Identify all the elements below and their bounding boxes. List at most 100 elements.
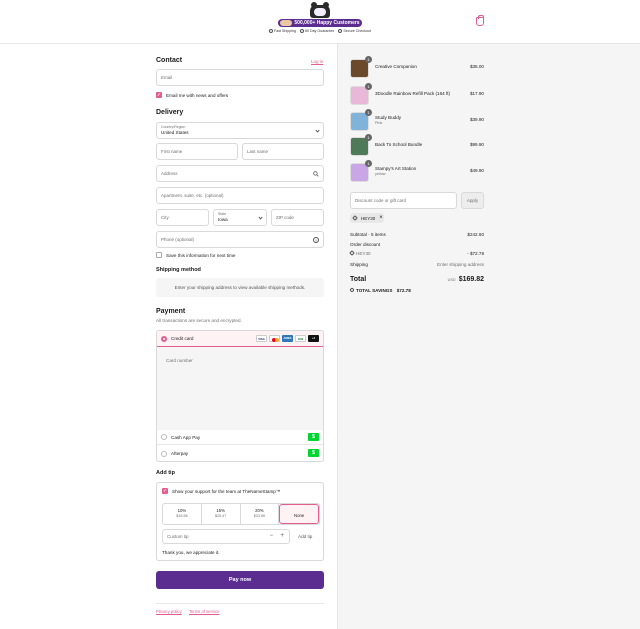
shipping-row: Shipping Enter shipping address <box>350 262 484 267</box>
product-price: $39.90 <box>469 117 484 122</box>
product-price: $99.90 <box>469 142 484 147</box>
credit-card-radio[interactable] <box>161 335 167 342</box>
email-field[interactable]: Email <box>156 69 324 86</box>
amex-icon: AMEX <box>282 335 293 342</box>
terms-of-service-link[interactable]: Terms of service <box>189 609 219 614</box>
quantity-badge: 1 <box>365 109 372 116</box>
pay-now-button[interactable]: Pay now <box>156 571 324 589</box>
trust-badges: Fast Shipping 60 Day Guarantee Secure Ch… <box>269 29 371 33</box>
happy-customers-badge: 500,000+ Happy Customers <box>278 19 362 27</box>
order-discount-row: Order discount <box>350 242 381 247</box>
shipping-method-message: Enter your shipping address to view avai… <box>156 278 324 297</box>
tip-option-none[interactable]: None <box>279 504 319 524</box>
help-icon[interactable]: ? <box>313 237 319 243</box>
payment-option-credit-card[interactable]: Credit card VISA AMEX JCB +4 <box>157 331 323 347</box>
product-price: $49.90 <box>469 168 484 173</box>
more-cards-badge[interactable]: +4 <box>308 335 319 342</box>
product-variant: Pink <box>375 121 383 125</box>
search-icon <box>313 171 319 177</box>
quantity-badge: 1 <box>365 56 372 63</box>
afterpay-icon: $ <box>308 449 319 457</box>
login-link[interactable]: Log in <box>311 59 323 64</box>
cart-item: 1 3Doodle Rainbow Refill Pack (164 ft) $… <box>350 83 484 106</box>
save-info-checkbox[interactable] <box>156 252 162 258</box>
product-name: 3Doodle Rainbow Refill Pack (164 ft) <box>375 91 451 96</box>
delivery-heading: Delivery <box>156 109 184 116</box>
chevron-down-icon <box>258 214 263 220</box>
product-variant: yellow <box>375 172 386 176</box>
cart-item: 1 Study Buddy Pink $39.90 <box>350 109 484 132</box>
remove-discount-icon[interactable]: × <box>379 215 383 221</box>
apply-discount-button[interactable]: Apply <box>461 192 484 209</box>
payment-heading: Payment <box>156 308 186 315</box>
country-select[interactable]: Country/Region United States <box>156 122 324 139</box>
custom-tip-field[interactable]: Custom tip − + <box>162 529 290 544</box>
discount-code-field[interactable]: Discount code or gift card <box>350 192 457 209</box>
mastercard-icon <box>269 335 280 342</box>
minus-icon[interactable]: − <box>269 533 273 539</box>
trust-badge-shipping: Fast Shipping <box>269 29 296 33</box>
payment-option-cashapp[interactable]: Cash App Pay $ <box>157 430 323 445</box>
shopping-bag-icon[interactable] <box>476 15 484 26</box>
store-logo[interactable]: 500,000+ Happy Customers Fast Shipping 6… <box>269 2 371 35</box>
news-checkbox[interactable]: ✓ <box>156 92 162 98</box>
state-select[interactable]: State Iowa <box>213 209 267 226</box>
cart-item: 1 Back To School Bundle $99.90 <box>350 134 484 157</box>
product-name: Back To School Bundle <box>375 142 423 147</box>
tip-section: ✓ Show your support for the team at TheN… <box>156 482 324 561</box>
customer-faces-icon <box>280 20 293 26</box>
discount-code-row: HEY30 - $72.78 <box>349 250 484 256</box>
lock-icon <box>338 29 343 33</box>
savings-tag-icon <box>349 287 355 293</box>
tip-heading: Add tip <box>156 470 175 476</box>
tip-option-20[interactable]: 20% $33.96 <box>241 504 280 524</box>
total-row: Total USD $169.82 <box>350 276 484 283</box>
cashapp-icon: $ <box>308 433 319 441</box>
shipping-method-heading: Shipping method <box>156 267 201 273</box>
footer-divider <box>156 603 324 604</box>
tag-icon <box>349 250 355 256</box>
payment-option-afterpay[interactable]: Afterpay $ <box>157 446 323 461</box>
trust-badge-guarantee: 60 Day Guarantee <box>300 29 334 33</box>
payment-subtitle: All transactions are secure and encrypte… <box>156 318 242 323</box>
first-name-field[interactable]: First name <box>156 143 238 160</box>
contact-heading: Contact <box>156 57 183 64</box>
phone-field[interactable]: Phone (optional) ? <box>156 231 324 248</box>
product-price: $35.00 <box>469 64 484 69</box>
product-name: Creative Companion <box>375 64 417 69</box>
trust-badge-secure: Secure Checkout <box>338 29 371 33</box>
news-label: Email me with news and offers <box>166 92 229 98</box>
tip-option-10[interactable]: 10% $16.98 <box>163 504 202 524</box>
quantity-badge: 1 <box>365 160 372 167</box>
visa-icon: VISA <box>256 335 267 342</box>
discount-chip: HEY30 × <box>350 213 384 223</box>
save-info-label: Save this information for next time <box>166 252 236 258</box>
afterpay-radio[interactable] <box>161 450 167 457</box>
tip-option-15[interactable]: 15% $25.47 <box>202 504 241 524</box>
apartment-field[interactable]: Apartment, suite, etc. (optional) <box>156 187 324 204</box>
address-field[interactable]: Address <box>156 165 324 182</box>
tip-support-label: Show your support for the team at TheNam… <box>172 488 281 494</box>
truck-icon <box>269 29 274 33</box>
product-name: Stampy's Art Station <box>375 166 417 171</box>
credit-card-form: Card number <box>157 347 323 430</box>
plus-icon[interactable]: + <box>280 533 284 539</box>
zip-field[interactable]: ZIP code <box>271 209 324 226</box>
card-number-field[interactable]: Card number <box>166 358 193 363</box>
total-savings-row: TOTAL SAVINGS $72.78 <box>349 287 484 293</box>
shield-icon <box>300 29 305 33</box>
card-logos: VISA AMEX JCB +4 <box>256 335 319 342</box>
tip-support-checkbox[interactable]: ✓ <box>162 488 168 494</box>
subtotal-row: Subtotal · 5 items $242.60 <box>350 232 484 237</box>
privacy-policy-link[interactable]: Privacy policy <box>156 609 182 614</box>
cart-item: 1 Stampy's Art Station yellow $49.90 <box>350 160 484 183</box>
last-name-field[interactable]: Last name <box>242 143 324 160</box>
quantity-badge: 1 <box>365 134 372 141</box>
add-tip-button[interactable]: Add tip <box>298 534 312 539</box>
city-field[interactable]: City <box>156 209 209 226</box>
cashapp-radio[interactable] <box>161 434 167 440</box>
product-price: $17.90 <box>469 91 484 96</box>
chevron-down-icon <box>315 127 320 133</box>
cart-item: 1 Creative Companion $35.00 <box>350 56 484 79</box>
quantity-badge: 1 <box>365 83 372 90</box>
